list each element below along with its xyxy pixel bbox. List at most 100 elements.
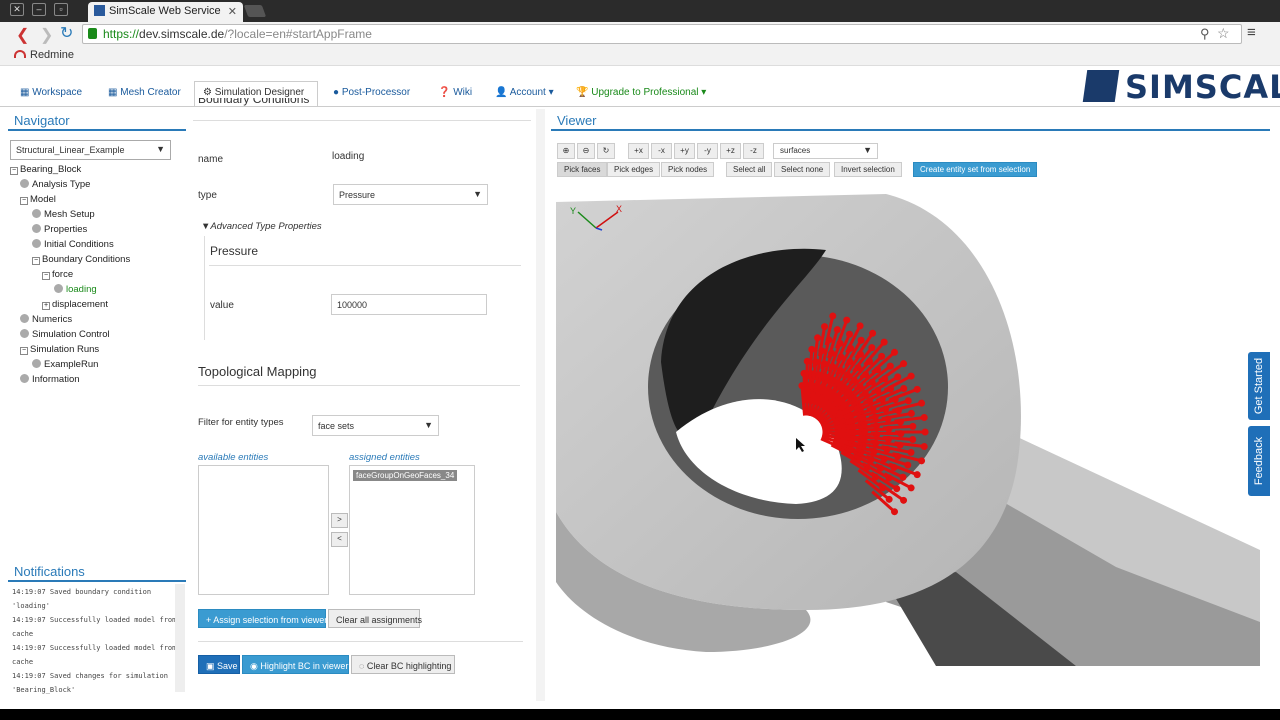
zoom-icon[interactable]: ⚲ <box>1200 26 1210 42</box>
tree-label: Numerics <box>32 314 73 325</box>
view-plus-x-button[interactable]: +x <box>628 143 649 159</box>
view-plus-z-button[interactable]: +z <box>720 143 741 159</box>
nav-workspace[interactable]: ▦ Workspace <box>20 82 82 106</box>
browser-tab[interactable]: SimScale Web Service ✕ <box>88 2 243 22</box>
notification-line: cache <box>12 630 34 638</box>
feedback-tab[interactable]: Feedback <box>1248 426 1270 496</box>
nav-post-processor[interactable]: ● Post-Processor <box>333 82 410 106</box>
view-minus-y-button[interactable]: -y <box>697 143 718 159</box>
assign-selection-button[interactable]: + Assign selection from viewer <box>198 609 327 628</box>
form-scrollbar[interactable] <box>536 109 545 701</box>
view-plus-y-button[interactable]: +y <box>674 143 695 159</box>
collapse-icon[interactable]: − <box>32 257 40 265</box>
simscale-logo: SIMSCALE <box>1082 68 1280 106</box>
window-maximize-icon[interactable]: ▫ <box>54 3 68 16</box>
gear-icon <box>32 359 41 368</box>
tree-item[interactable]: Simulation Control <box>20 329 110 340</box>
collapse-icon[interactable]: − <box>20 347 28 355</box>
render-mode-select[interactable]: surfaces ▼ <box>773 143 878 159</box>
window-minimize-icon[interactable]: – <box>32 3 46 16</box>
create-entity-set-button[interactable]: Create entity set from selection <box>913 162 1038 177</box>
view-minus-z-button[interactable]: -z <box>743 143 764 159</box>
tree-item[interactable]: Initial Conditions <box>32 239 114 250</box>
notifications-title: Notifications <box>8 560 186 582</box>
highlight-bc-button[interactable]: ◉ Highlight BC in viewer <box>242 655 349 674</box>
feedback-label: Feedback <box>1253 436 1265 486</box>
view-minus-x-button[interactable]: -x <box>651 143 672 159</box>
select-none-button[interactable]: Select none <box>774 162 831 177</box>
collapse-icon[interactable]: − <box>10 167 18 175</box>
pick-edges-button[interactable]: Pick edges <box>607 162 661 177</box>
gear-icon <box>54 284 63 293</box>
advanced-toggle[interactable]: ▼Advanced Type Properties <box>201 221 322 232</box>
tree-item[interactable]: Numerics <box>20 314 72 325</box>
3d-viewport[interactable]: Y X <box>556 182 1260 666</box>
reload-icon[interactable]: ↻ <box>60 23 73 43</box>
tree-item[interactable]: − Simulation Runs <box>20 344 99 355</box>
move-left-button[interactable]: < <box>331 532 348 547</box>
reset-view-icon[interactable]: ↻ <box>597 143 615 159</box>
tree-item[interactable]: − Model <box>20 194 56 205</box>
pressure-arrow-head <box>909 435 917 443</box>
tab-close-icon[interactable]: ✕ <box>228 5 237 18</box>
tree-item[interactable]: − Bearing_Block <box>10 164 81 175</box>
project-select[interactable]: Structural_Linear_Example ▼ <box>10 140 171 160</box>
type-select[interactable]: Pressure ▼ <box>333 184 488 205</box>
save-button[interactable]: ▣ Save <box>198 655 240 674</box>
bookmark-item[interactable]: Redmine <box>14 49 74 61</box>
select-all-button[interactable]: Select all <box>726 162 773 177</box>
get-started-tab[interactable]: Get Started <box>1248 352 1270 420</box>
button-label: Save <box>217 661 238 671</box>
svg-text:Y: Y <box>570 206 576 216</box>
tree-item[interactable]: Properties <box>32 224 87 235</box>
tree-label: Properties <box>44 224 88 235</box>
gears-icon: ⚙ <box>203 87 215 98</box>
expand-icon[interactable]: + <box>42 302 50 310</box>
assigned-entities-list[interactable]: faceGroupOnGeoFaces_34 <box>349 465 475 595</box>
forward-arrow-icon[interactable]: ❯ <box>40 25 53 45</box>
pressure-arrow <box>808 349 814 380</box>
tree-item[interactable]: Information <box>20 374 80 385</box>
entity-filter-select[interactable]: face sets ▼ <box>312 415 439 436</box>
collapse-icon[interactable]: − <box>42 272 50 280</box>
back-arrow-icon[interactable]: ❮ <box>16 25 29 45</box>
tree-item[interactable]: − force <box>42 269 73 280</box>
nav-wiki[interactable]: ❓ Wiki <box>438 82 472 106</box>
pressure-arrow-head <box>920 413 928 421</box>
window-close-icon[interactable]: ✕ <box>10 3 24 16</box>
bookmark-star-icon[interactable]: ☆ <box>1217 25 1230 42</box>
divider <box>209 265 521 266</box>
pressure-arrow-head <box>868 344 876 352</box>
move-right-button[interactable]: > <box>331 513 348 528</box>
zoom-out-icon[interactable]: ⊖ <box>577 143 595 159</box>
nav-label: Account <box>509 87 546 98</box>
value-input[interactable]: 100000 <box>331 294 487 315</box>
pick-nodes-button[interactable]: Pick nodes <box>661 162 715 177</box>
notifications-scrollbar[interactable] <box>175 584 185 692</box>
tree-item[interactable]: Mesh Setup <box>32 209 95 220</box>
available-entities-list[interactable] <box>198 465 329 595</box>
nav-label: Wiki <box>453 87 473 98</box>
nav-account[interactable]: 👤 Account ▾ <box>495 82 554 106</box>
menu-icon[interactable]: ≡ <box>1247 24 1256 41</box>
invert-selection-button[interactable]: Invert selection <box>834 162 902 177</box>
pressure-arrow-head <box>843 316 851 324</box>
collapse-icon[interactable]: − <box>20 197 28 205</box>
assigned-entity-item[interactable]: faceGroupOnGeoFaces_34 <box>353 470 458 481</box>
tree-item[interactable]: Analysis Type <box>20 179 90 190</box>
tree-item[interactable]: − Boundary Conditions <box>32 254 130 265</box>
pressure-arrow-head <box>856 322 864 330</box>
url-bar[interactable]: https://dev.simscale.de/?locale=en#start… <box>82 24 1242 44</box>
tree-item[interactable]: + displacement <box>42 299 108 310</box>
zoom-in-icon[interactable]: ⊕ <box>557 143 575 159</box>
clear-assignments-button[interactable]: Clear all assignments <box>328 609 422 628</box>
nav-mesh-creator[interactable]: ▦ Mesh Creator <box>108 82 181 106</box>
new-tab-button[interactable] <box>243 5 267 17</box>
tree-item[interactable]: ExampleRun <box>32 359 98 370</box>
tree-item-selected[interactable]: loading <box>54 284 97 295</box>
nav-upgrade[interactable]: 🏆 Upgrade to Professional ▾ <box>576 82 706 106</box>
clear-highlight-button[interactable]: ◌ Clear BC highlighting <box>351 655 455 674</box>
pick-faces-button[interactable]: Pick faces <box>557 162 608 177</box>
logo-text: SIMSCALE <box>1125 68 1280 106</box>
button-label: Clear BC highlighting <box>366 661 452 671</box>
